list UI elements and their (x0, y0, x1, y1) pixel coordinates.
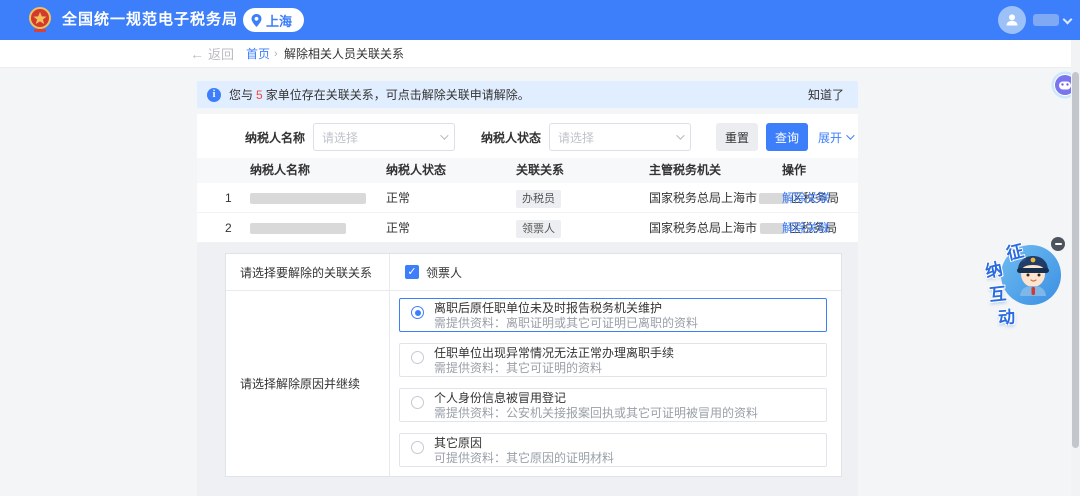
col-taxpayer-name: 纳税人名称 (250, 158, 310, 183)
relation-count: 5 (256, 88, 263, 102)
location-pin-icon (251, 14, 262, 27)
reason-option-other[interactable]: 其它原因 可提供资料：其它原因的证明材料 (399, 433, 827, 467)
app-title: 全国统一规范电子税务局 (62, 0, 238, 40)
query-result-card: 纳税人名称 请选择 纳税人状态 请选择 重置 查询 展开 纳税人名称 纳税人状态… (197, 114, 858, 243)
breadcrumb-home[interactable]: 首页 (246, 45, 270, 62)
mascot-char: 互 (988, 279, 1008, 306)
relation-info-banner: i 您与5家单位存在关联关系，可点击解除关联申请解除。 知道了 (197, 81, 858, 108)
back-button[interactable]: 返回 (208, 44, 234, 63)
query-button[interactable]: 查询 (766, 123, 808, 151)
taxpayer-status-select[interactable]: 请选择 (549, 123, 691, 151)
reason-title: 离职后原任职单位未及时报告税务机关维护 (434, 301, 826, 316)
reason-option-resigned[interactable]: 离职后原任职单位未及时报告税务机关维护 需提供资料：离职证明或其它可证明已离职的… (399, 298, 827, 332)
row-index: 2 (225, 213, 232, 243)
chevron-down-icon (440, 131, 448, 139)
reason-title: 个人身份信息被冒用登记 (434, 391, 826, 406)
top-header: 全国统一规范电子税务局 上海 (0, 0, 1080, 40)
filter-row: 纳税人名称 请选择 纳税人状态 请选择 重置 查询 展开 (197, 123, 858, 151)
reason-select-label: 请选择解除原因并继续 (226, 291, 390, 476)
chevron-down-icon (846, 131, 854, 139)
breadcrumb: ← 返回 首页 › 解除相关人员关联关系 (0, 40, 1080, 68)
mascot-char: 动 (997, 302, 1016, 328)
scrollbar-thumb[interactable] (1072, 72, 1079, 448)
expand-label: 展开 (818, 129, 842, 146)
col-taxpayer-status: 纳税人状态 (386, 158, 446, 183)
location-selector[interactable]: 上海 (243, 8, 304, 32)
expand-toggle[interactable]: 展开 (818, 129, 852, 146)
remove-relation-form-section: 请选择要解除的关联关系 ✓ 领票人 请选择解除原因并继续 离职后原任职单位未及时… (197, 243, 858, 496)
taxpayer-name-label: 纳税人名称 (245, 129, 305, 146)
col-action: 操作 (782, 158, 806, 183)
table-header: 纳税人名称 纳税人状态 关联关系 主管税务机关 操作 (197, 158, 858, 183)
taxpayer-status-placeholder: 请选择 (558, 129, 676, 146)
table-row: 2 正常 领票人 国家税务总局上海市区税务局 解除关联 (197, 213, 858, 243)
col-authority: 主管税务机关 (649, 158, 721, 183)
relation-checkbox-label: 领票人 (426, 264, 462, 281)
remove-relation-form: 请选择要解除的关联关系 ✓ 领票人 请选择解除原因并继续 离职后原任职单位未及时… (225, 253, 842, 477)
relation-select-row: 请选择要解除的关联关系 ✓ 领票人 (226, 254, 841, 291)
reason-option-identity-misuse[interactable]: 个人身份信息被冒用登记 需提供资料：公安机关接报案回执或其它可证明被冒用的资料 (399, 388, 827, 422)
remove-relation-link[interactable]: 解除关联 (782, 213, 830, 243)
banner-text: 您与5家单位存在关联关系，可点击解除关联申请解除。 (229, 86, 530, 103)
reason-options: 离职后原任职单位未及时报告税务机关维护 需提供资料：离职证明或其它可证明已离职的… (390, 291, 841, 476)
reset-button[interactable]: 重置 (716, 123, 758, 151)
taxpayer-status-label: 纳税人状态 (481, 129, 541, 146)
redacted-taxpayer-name (250, 223, 346, 234)
tax-interaction-widget[interactable]: 征 纳 互 动 (980, 233, 1080, 333)
breadcrumb-separator: › (274, 48, 278, 60)
table-row: 1 正常 办税员 国家税务总局上海市区税务局 解除关联 (197, 183, 858, 213)
relation-select-label: 请选择要解除的关联关系 (226, 254, 390, 290)
reason-option-abnormal-employer[interactable]: 任职单位出现异常情况无法正常办理离职手续 需提供资料：其它可证明的资料 (399, 343, 827, 377)
relation-badge: 领票人 (516, 220, 561, 238)
username-redacted[interactable] (1033, 14, 1059, 26)
remove-relation-link[interactable]: 解除关联 (782, 183, 830, 213)
radio-icon[interactable] (411, 351, 424, 364)
user-avatar[interactable] (998, 6, 1026, 34)
reason-desc: 需提供资料：其它可证明的资料 (434, 361, 826, 376)
taxpayer-name-select[interactable]: 请选择 (313, 123, 455, 151)
person-icon (1004, 12, 1020, 28)
redacted-taxpayer-name (250, 193, 366, 204)
reason-select-row: 请选择解除原因并继续 离职后原任职单位未及时报告税务机关维护 需提供资料：离职证… (226, 291, 841, 476)
mascot-minimize-button[interactable] (1051, 237, 1065, 251)
reason-desc: 需提供资料：公安机关接报案回执或其它可证明被冒用的资料 (434, 406, 826, 421)
location-label: 上海 (266, 11, 292, 30)
user-menu-chevron-down-icon[interactable] (1063, 15, 1073, 25)
taxpayer-name-placeholder: 请选择 (322, 129, 440, 146)
banner-dismiss-button[interactable]: 知道了 (808, 86, 844, 103)
info-icon: i (207, 88, 221, 102)
relation-badge: 办税员 (516, 190, 561, 208)
taxpayer-status: 正常 (386, 183, 410, 213)
radio-icon[interactable] (411, 396, 424, 409)
taxpayer-status: 正常 (386, 213, 410, 243)
chevron-down-icon (676, 131, 684, 139)
reason-desc: 需提供资料：离职证明或其它可证明已离职的资料 (434, 316, 826, 331)
breadcrumb-current: 解除相关人员关联关系 (284, 45, 404, 62)
radio-icon[interactable] (411, 441, 424, 454)
relation-checkbox[interactable]: ✓ (405, 265, 419, 279)
reason-title: 其它原因 (434, 436, 826, 451)
reason-title: 任职单位出现异常情况无法正常办理离职手续 (434, 346, 826, 361)
scrollbar-track[interactable] (1071, 40, 1080, 496)
row-index: 1 (225, 183, 232, 213)
back-arrow-icon[interactable]: ← (190, 46, 204, 62)
reason-desc: 可提供资料：其它原因的证明材料 (434, 451, 826, 466)
tax-bureau-emblem-icon (26, 6, 54, 34)
col-relation: 关联关系 (516, 158, 564, 183)
radio-selected-icon[interactable] (411, 306, 424, 319)
